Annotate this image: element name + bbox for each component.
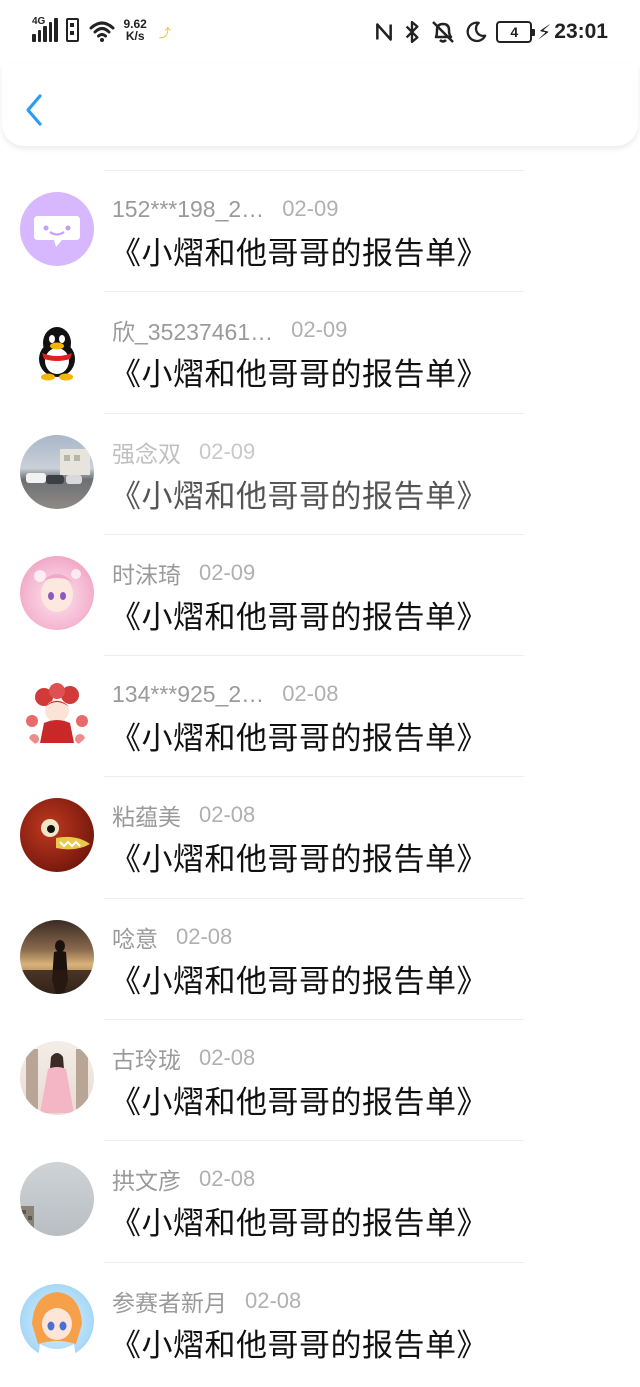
charging-bolt-icon: ⚡ — [537, 21, 552, 44]
item-date: 02-09 — [291, 317, 348, 343]
user-name: 粘蕴美 — [112, 804, 181, 831]
item-date: 02-08 — [282, 681, 339, 707]
list-item[interactable]: 唸意 02-08 《小熠和他哥哥的报告单》 — [0, 897, 640, 1019]
item-title: 《小熠和他哥哥的报告单》 — [110, 721, 488, 757]
mute-bell-icon — [432, 21, 455, 43]
user-name: 152***198_2… — [112, 195, 265, 222]
item-meta: 粘蕴美 02-08 — [112, 800, 255, 830]
list-item[interactable]: 参赛者新月 02-08 《小熠和他哥哥的报告单》 — [0, 1261, 640, 1383]
clock-time: 23:01 — [554, 20, 608, 43]
orange-hair-anime-avatar[interactable] — [20, 1283, 94, 1358]
item-title: 《小熠和他哥哥的报告单》 — [110, 236, 488, 271]
list-item[interactable]: 152***198_2… 02-09 《小熠和他哥哥的报告单》 — [0, 170, 640, 291]
red-chibi-avatar[interactable] — [20, 677, 94, 752]
item-title: 《小熠和他哥哥的报告单》 — [110, 599, 488, 635]
bluetooth-icon — [406, 20, 419, 44]
item-meta: 唸意 02-08 — [112, 922, 232, 952]
wifi-icon — [89, 21, 114, 42]
item-meta: 强念双 02-09 — [112, 437, 255, 467]
status-right: 4 ⚡ 23:01 — [374, 19, 608, 45]
divider — [104, 1261, 524, 1263]
list-item[interactable]: 强念双 02-09 《小熠和他哥哥的报告单》 — [0, 412, 640, 534]
divider — [104, 1140, 524, 1142]
battery-level: 4 — [510, 24, 519, 40]
user-name: 古玲珑 — [112, 1047, 181, 1074]
share-list: 152***198_2… 02-09 《小熠和他哥哥的报告单》 欣_352374… — [0, 170, 640, 1383]
street-photo-avatar[interactable] — [20, 434, 94, 509]
item-title: 《小熠和他哥哥的报告单》 — [110, 1085, 488, 1121]
item-title: 《小熠和他哥哥的报告单》 — [110, 963, 488, 999]
list-item[interactable]: 粘蕴美 02-08 《小熠和他哥哥的报告单》 — [0, 776, 640, 897]
item-title: 《小熠和他哥哥的报告单》 — [110, 1206, 488, 1242]
navigation-bar — [2, 64, 638, 146]
user-name: 时沫琦 — [112, 561, 181, 588]
user-name: 欣_35237461… — [112, 319, 274, 346]
divider — [104, 1019, 524, 1021]
battery-icon: 4 — [496, 21, 536, 43]
chevron-left-icon[interactable] — [20, 90, 50, 130]
user-name: 唸意 — [112, 925, 158, 952]
hanfu-girl-avatar[interactable] — [20, 1041, 94, 1116]
chat-bubble-avatar[interactable] — [20, 192, 94, 266]
nfc-icon — [376, 23, 393, 41]
penguin-avatar[interactable] — [20, 313, 94, 388]
user-name: 拱文彦 — [112, 1168, 181, 1195]
item-date: 02-08 — [176, 923, 233, 949]
item-title: 《小熠和他哥哥的报告单》 — [110, 478, 488, 514]
item-date: 02-08 — [245, 1287, 302, 1313]
item-meta: 欣_35237461… 02-09 — [112, 315, 347, 345]
item-date: 02-09 — [199, 559, 256, 585]
pink-anime-avatar[interactable] — [20, 555, 94, 630]
item-meta: 时沫琦 02-09 — [112, 558, 255, 588]
status-left: 4G 9.62 K/s ⤴ — [32, 16, 171, 44]
item-date: 02-08 — [199, 1045, 256, 1071]
item-meta: 古玲珑 02-08 — [112, 1043, 255, 1073]
divider — [104, 170, 524, 171]
sunset-silhouette-avatar[interactable] — [20, 919, 94, 994]
speed-unit: K/s — [125, 29, 145, 43]
list-item[interactable]: 欣_35237461… 02-09 《小熠和他哥哥的报告单》 — [0, 291, 640, 412]
item-date: 02-09 — [199, 438, 256, 464]
divider — [104, 291, 524, 293]
divider — [104, 655, 524, 657]
sim-card-icon — [65, 18, 79, 42]
item-date: 02-08 — [199, 1166, 256, 1192]
item-meta: 134***925_2… 02-08 — [112, 679, 338, 709]
item-meta: 拱文彦 02-08 — [112, 1164, 255, 1194]
cellular-signal-icon: 4G — [32, 16, 58, 42]
item-date: 02-08 — [199, 802, 256, 828]
item-meta: 152***198_2… 02-09 — [112, 194, 338, 224]
item-meta: 参赛者新月 02-08 — [112, 1286, 301, 1316]
list-item[interactable]: 时沫琦 02-09 《小熠和他哥哥的报告单》 — [0, 533, 640, 655]
item-title: 《小熠和他哥哥的报告单》 — [110, 842, 488, 878]
list-item[interactable]: 拱文彦 02-08 《小熠和他哥哥的报告单》 — [0, 1140, 640, 1261]
network-type: 4G — [32, 16, 46, 27]
divider — [104, 897, 524, 899]
user-name: 参赛者新月 — [112, 1289, 227, 1316]
divider — [104, 776, 524, 778]
data-activity-icon: ⤴ — [158, 26, 171, 40]
user-name: 134***925_2… — [112, 680, 265, 707]
network-speed: 9.62 K/s — [124, 18, 147, 42]
item-title: 《小熠和他哥哥的报告单》 — [110, 357, 488, 393]
creature-avatar[interactable] — [20, 798, 94, 873]
item-title: 《小熠和他哥哥的报告单》 — [110, 1327, 488, 1363]
divider — [104, 412, 524, 414]
list-item[interactable]: 古玲珑 02-08 《小熠和他哥哥的报告单》 — [0, 1019, 640, 1140]
item-date: 02-09 — [282, 196, 339, 221]
list-item[interactable]: 134***925_2… 02-08 《小熠和他哥哥的报告单》 — [0, 655, 640, 776]
status-bar: 4G 9.62 K/s ⤴ 4 ⚡ 23:01 — [0, 0, 640, 66]
divider — [104, 533, 524, 535]
user-name: 强念双 — [112, 440, 181, 467]
moon-icon — [466, 21, 487, 43]
grey-sky-avatar[interactable] — [20, 1162, 94, 1237]
